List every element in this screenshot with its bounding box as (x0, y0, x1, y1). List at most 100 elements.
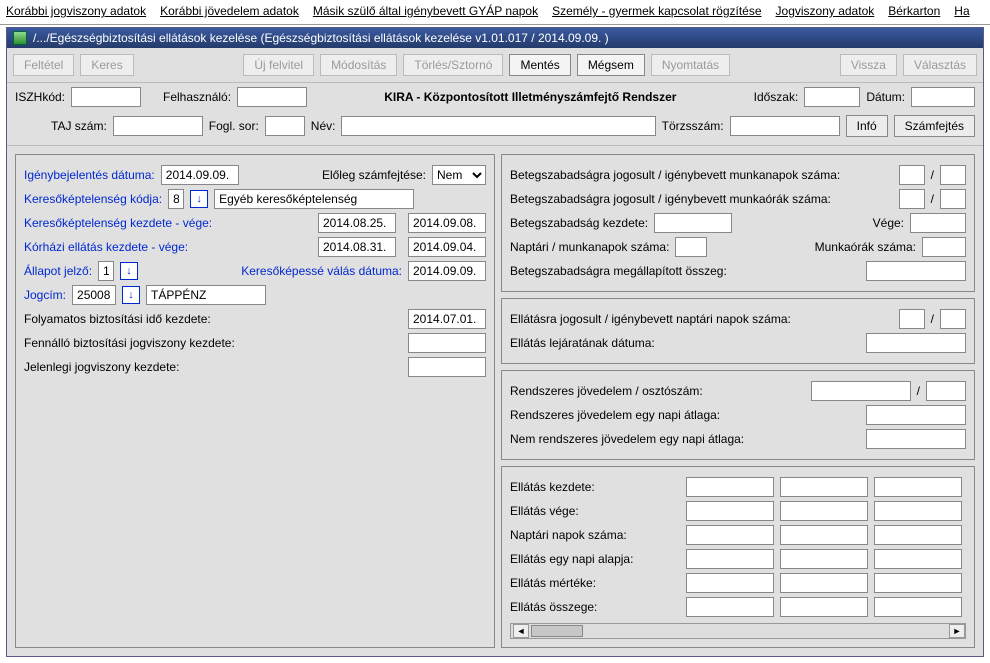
grid-cell-input[interactable] (874, 525, 962, 545)
fogl-input[interactable] (265, 116, 305, 136)
header-row-1: ISZHkód: Felhasználó: KIRA - Központosít… (7, 83, 983, 111)
menu-item[interactable]: Másik szülő által igénybevett GYÁP napok (313, 4, 538, 18)
jogosult-input1[interactable] (899, 309, 925, 329)
szamfejtes-button[interactable]: Számfejtés (894, 115, 975, 137)
grid-cell-input[interactable] (686, 573, 774, 593)
grid-cell-input[interactable] (874, 573, 962, 593)
header-row-2: TAJ szám: Fogl. sor: Név: Törzsszám: Inf… (7, 111, 983, 146)
uj-felvitel-button[interactable]: Új felvitel (243, 54, 314, 76)
grid-cell-input[interactable] (780, 573, 868, 593)
idoszak-input[interactable] (804, 87, 860, 107)
kk-kod-text[interactable] (214, 189, 414, 209)
jelenlegi-input[interactable] (408, 357, 486, 377)
vissza-button[interactable]: Vissza (840, 54, 897, 76)
menu-item[interactable]: Bérkarton (888, 4, 940, 18)
iszhkod-label: ISZHkód: (15, 90, 65, 104)
grid-row: Ellátás kezdete: (510, 475, 966, 499)
menu-item[interactable]: Korábbi jövedelem adatok (160, 4, 299, 18)
feltetel-button[interactable]: Feltétel (13, 54, 74, 76)
lejarat-input[interactable] (866, 333, 966, 353)
vege-label: Vége: (873, 216, 904, 230)
mora-jog-input[interactable] (899, 189, 925, 209)
felhasznalo-input[interactable] (237, 87, 307, 107)
slash-label: / (931, 192, 934, 206)
jogcim-text[interactable] (146, 285, 266, 305)
mnap-igeny-input[interactable] (940, 165, 966, 185)
fennallo-input[interactable] (408, 333, 486, 353)
rnapi-input[interactable] (866, 405, 966, 425)
nev-input[interactable] (341, 116, 655, 136)
nyomtatas-button[interactable]: Nyomtatás (651, 54, 730, 76)
fennallo-label: Fennálló biztosítási jogviszony kezdete: (24, 336, 402, 350)
megall-input[interactable] (866, 261, 966, 281)
scroll-right-icon[interactable]: ► (949, 624, 965, 638)
kk-kod-input[interactable] (168, 189, 184, 209)
arrow-down-icon[interactable]: ↓ (122, 286, 140, 304)
torzs-input[interactable] (730, 116, 840, 136)
jogosult-input2[interactable] (940, 309, 966, 329)
grid-cell-input[interactable] (780, 525, 868, 545)
grid-cell-input[interactable] (780, 549, 868, 569)
arrow-down-icon[interactable]: ↓ (190, 190, 208, 208)
arrow-down-icon[interactable]: ↓ (120, 262, 138, 280)
grid-cell-input[interactable] (686, 549, 774, 569)
korhazi-vege-input[interactable] (408, 237, 486, 257)
torzs-label: Törzsszám: (662, 119, 724, 133)
bvege-input[interactable] (910, 213, 966, 233)
bkezd-input[interactable] (654, 213, 732, 233)
menu-item[interactable]: Korábbi jogviszony adatok (6, 4, 146, 18)
grid-cell-input[interactable] (780, 597, 868, 617)
rendszeres-input[interactable] (811, 381, 911, 401)
kepesse-input[interactable] (408, 261, 486, 281)
jogosult-label: Ellátásra jogosult / igénybevett naptári… (510, 312, 893, 326)
slash-label: / (931, 312, 934, 326)
slash-label: / (931, 168, 934, 182)
grid-cell-input[interactable] (874, 477, 962, 497)
valasztas-button[interactable]: Választás (903, 54, 977, 76)
jogcim-input[interactable] (72, 285, 116, 305)
grid-cell-input[interactable] (686, 525, 774, 545)
fogl-label: Fogl. sor: (209, 119, 259, 133)
mnap-jog-input[interactable] (899, 165, 925, 185)
grid-cell-input[interactable] (686, 477, 774, 497)
horizontal-scrollbar[interactable]: ◄ ► (510, 623, 966, 639)
korhazi-kezd-input[interactable] (318, 237, 396, 257)
grid-cell-input[interactable] (780, 477, 868, 497)
kk-kezd-label: Keresőképtelenség kezdete - vége: (24, 216, 312, 230)
keres-button[interactable]: Keres (80, 54, 133, 76)
iszhkod-input[interactable] (71, 87, 141, 107)
datum-input[interactable] (911, 87, 975, 107)
mora-igeny-input[interactable] (940, 189, 966, 209)
igenybejelentes-input[interactable] (161, 165, 239, 185)
munkaorak-input[interactable] (922, 237, 966, 257)
grid-cell-input[interactable] (686, 597, 774, 617)
grid-row: Naptári napok száma: (510, 523, 966, 547)
nrnapi-label: Nem rendszeres jövedelem egy napi átlaga… (510, 432, 860, 446)
scroll-thumb[interactable] (531, 625, 583, 637)
grid-cell-input[interactable] (780, 501, 868, 521)
grid-cell-input[interactable] (686, 501, 774, 521)
torles-button[interactable]: Törlés/Sztornó (403, 54, 503, 76)
right-panel: Betegszabadságra jogosult / igénybevett … (501, 154, 975, 648)
scroll-left-icon[interactable]: ◄ (513, 624, 529, 638)
grid-cell-input[interactable] (874, 549, 962, 569)
megsem-button[interactable]: Mégsem (577, 54, 645, 76)
oszto-input[interactable] (926, 381, 966, 401)
allapot-input[interactable] (98, 261, 114, 281)
grid-cell-input[interactable] (874, 501, 962, 521)
menu-item[interactable]: Személy - gyermek kapcsolat rögzítése (552, 4, 761, 18)
igenybejelentes-label: Igénybejelentés dátuma: (24, 168, 155, 182)
info-button[interactable]: Infó (846, 115, 888, 137)
naptari-input[interactable] (675, 237, 707, 257)
mentes-button[interactable]: Mentés (509, 54, 570, 76)
kk-kezd-input[interactable] (318, 213, 396, 233)
modositas-button[interactable]: Módosítás (320, 54, 397, 76)
nrnapi-input[interactable] (866, 429, 966, 449)
kk-vege-input[interactable] (408, 213, 486, 233)
menu-item[interactable]: Jogviszony adatok (776, 4, 875, 18)
grid-cell-input[interactable] (874, 597, 962, 617)
eloleg-select[interactable]: Nem (432, 165, 486, 185)
menu-item[interactable]: Ha (954, 4, 969, 18)
folyamatos-input[interactable] (408, 309, 486, 329)
taj-input[interactable] (113, 116, 203, 136)
